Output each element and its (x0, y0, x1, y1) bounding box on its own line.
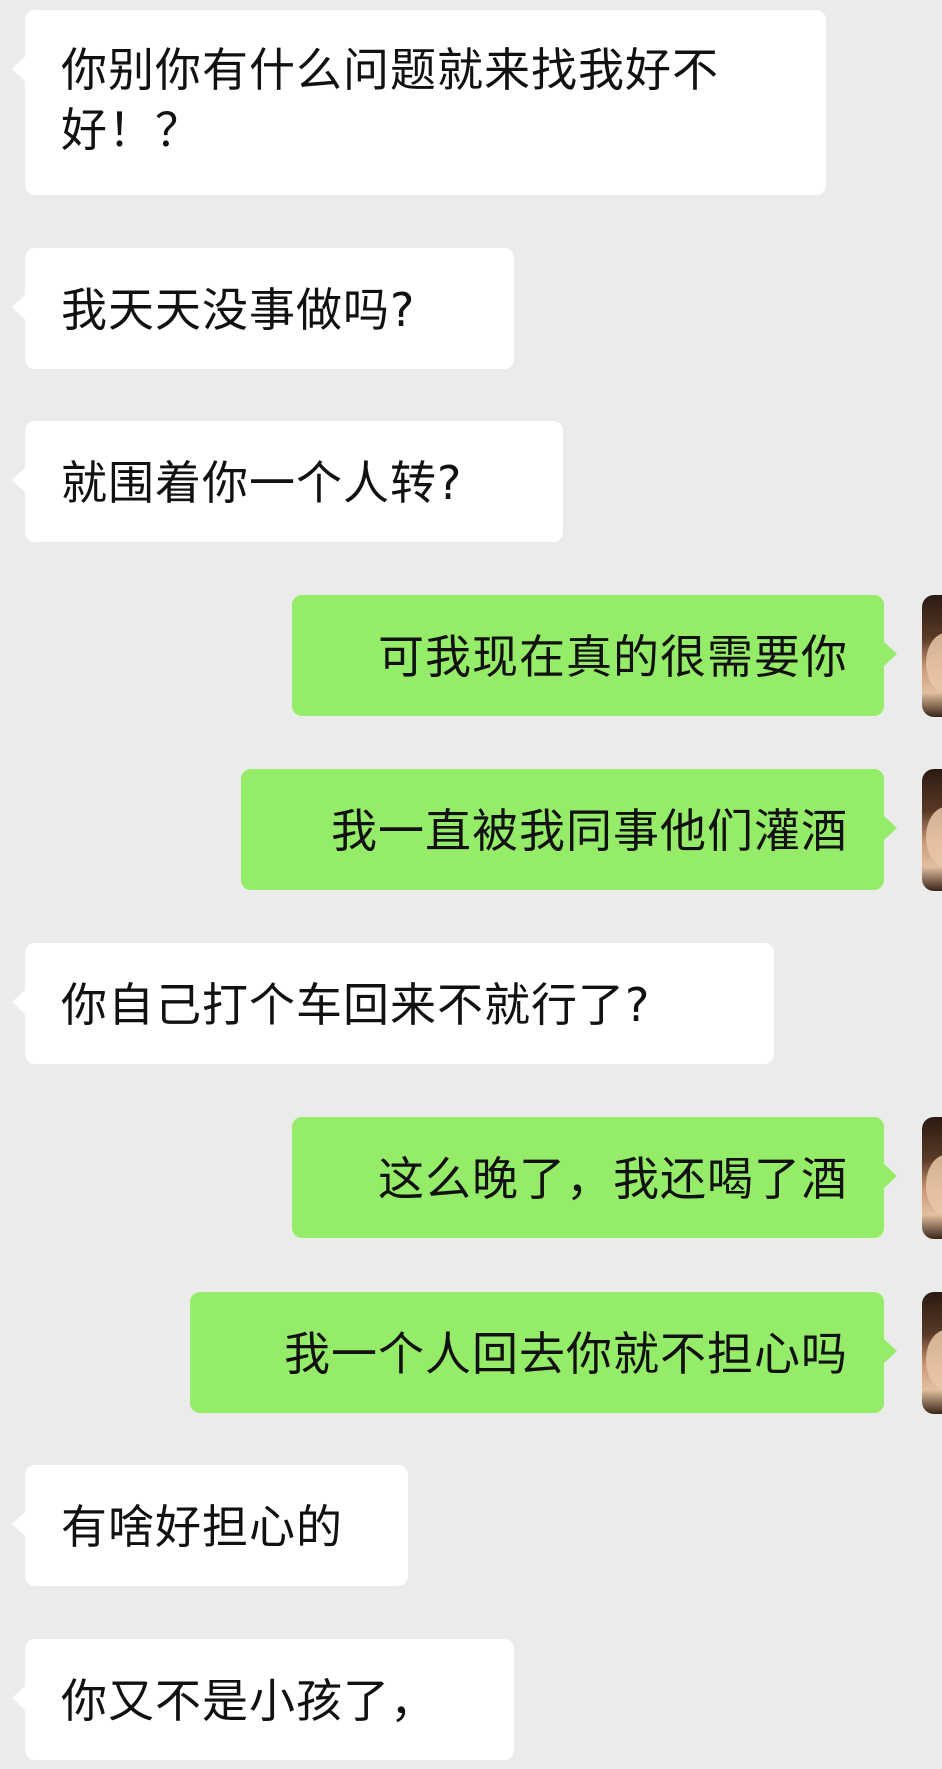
message-text-line: 你别你有什么问题就来找我好不 (61, 43, 719, 97)
message-bubble-received[interactable]: 你别你有什么问题就来找我好不 好！？ (12, 10, 826, 195)
message-bubble-received[interactable]: 就围着你一个人转? (12, 421, 563, 542)
bubble-tail (883, 815, 897, 841)
message-text-line: 我一直被我同事他们灌酒 (331, 804, 848, 858)
message-text-line: 有啥好担心的 (61, 1500, 343, 1554)
message-bubble-sent[interactable]: 我一个人回去你就不担心吗 (190, 1292, 897, 1413)
message-text-line: 这么晚了，我还喝了酒 (378, 1152, 848, 1206)
message-text-line: 可我现在真的很需要你 (378, 630, 848, 684)
message-bubble-sent[interactable]: 我一直被我同事他们灌酒 (241, 769, 897, 890)
bubble-tail (883, 641, 897, 667)
message-text-line: 好！？ (61, 103, 202, 157)
user-avatar-photo-icon (926, 1330, 942, 1390)
message-bubble-received[interactable]: 你自己打个车回来不就行了? (12, 943, 774, 1064)
bubble-tail (883, 1163, 897, 1189)
message-text-line: 你自己打个车回来不就行了? (61, 978, 651, 1032)
message-text-line: 就围着你一个人转? (61, 456, 463, 510)
message-text-line: 我天天没事做吗? (61, 283, 416, 337)
message-bubble-received[interactable]: 我天天没事做吗? (12, 248, 514, 369)
message-text-line: 我一个人回去你就不担心吗 (284, 1327, 848, 1381)
user-avatar-photo-icon (926, 633, 942, 693)
bubble-tail (12, 989, 26, 1015)
bubble-tail (12, 1685, 26, 1711)
user-avatar-photo-icon (926, 1155, 942, 1215)
user-avatar[interactable] (922, 1117, 942, 1239)
message-text-line: 你又不是小孩了， (61, 1674, 437, 1728)
message-bubble-received[interactable]: 你又不是小孩了， (12, 1639, 514, 1760)
bubble-tail (12, 1511, 26, 1537)
message-bubble-sent[interactable]: 可我现在真的很需要你 (292, 595, 897, 716)
bubble-tail (883, 1338, 897, 1364)
chat-message-list: 你别你有什么问题就来找我好不 好！？ 我天天没事做吗? 就围着你一个人转? 可我… (0, 0, 942, 1769)
message-bubble-sent[interactable]: 这么晚了，我还喝了酒 (292, 1117, 897, 1238)
user-avatar[interactable] (922, 595, 942, 717)
user-avatar[interactable] (922, 1292, 942, 1414)
message-bubble-received[interactable]: 有啥好担心的 (12, 1465, 408, 1586)
user-avatar[interactable] (922, 769, 942, 891)
bubble-tail (12, 467, 26, 493)
bubble-tail (12, 56, 26, 82)
user-avatar-photo-icon (926, 807, 942, 867)
bubble-tail (12, 294, 26, 320)
